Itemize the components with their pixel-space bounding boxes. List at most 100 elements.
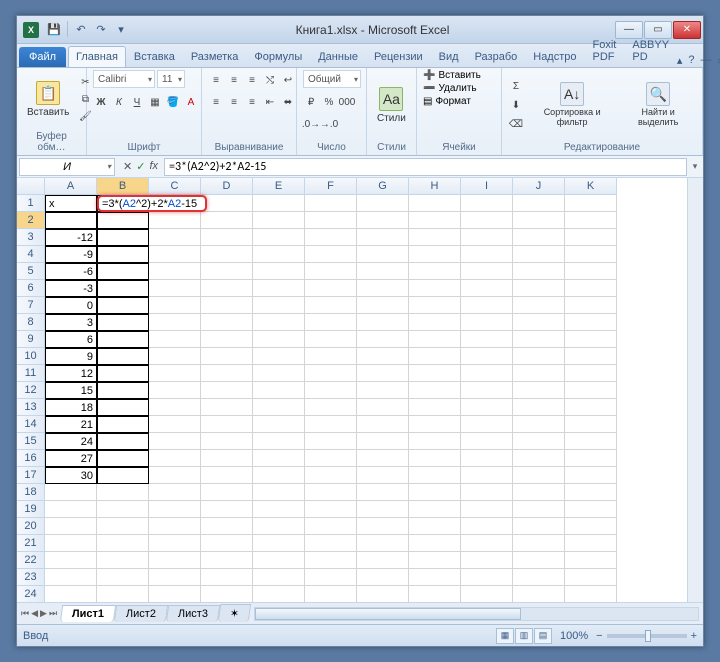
cell-I7[interactable] (461, 297, 513, 314)
cell-A22[interactable] (45, 552, 97, 569)
cell-K5[interactable] (565, 263, 617, 280)
cell-J18[interactable] (513, 484, 565, 501)
cell-E1[interactable] (253, 195, 305, 212)
row-header-12[interactable]: 12 (17, 382, 45, 399)
clear-icon[interactable]: ⌫ (508, 116, 524, 132)
cell-H15[interactable] (409, 433, 461, 450)
cell-H6[interactable] (409, 280, 461, 297)
cell-B9[interactable] (97, 331, 149, 348)
cell-K11[interactable] (565, 365, 617, 382)
row-header-7[interactable]: 7 (17, 297, 45, 314)
tab-nav-prev-icon[interactable]: ◀ (31, 608, 38, 619)
font-name-combo[interactable]: Calibri (93, 70, 155, 88)
cell-G24[interactable] (357, 586, 409, 602)
cell-C3[interactable] (149, 229, 201, 246)
qat-undo[interactable]: ↶ (72, 21, 90, 39)
cell-K13[interactable] (565, 399, 617, 416)
cell-F20[interactable] (305, 518, 357, 535)
cell-K15[interactable] (565, 433, 617, 450)
fill-icon[interactable]: ⬇ (508, 97, 524, 113)
cell-A11[interactable]: 12 (45, 365, 97, 382)
cell-E2[interactable] (253, 212, 305, 229)
cell-F10[interactable] (305, 348, 357, 365)
cell-I4[interactable] (461, 246, 513, 263)
cell-I20[interactable] (461, 518, 513, 535)
cell-B14[interactable] (97, 416, 149, 433)
row-header-19[interactable]: 19 (17, 501, 45, 518)
cell-E23[interactable] (253, 569, 305, 586)
cell-A19[interactable] (45, 501, 97, 518)
cell-D9[interactable] (201, 331, 253, 348)
cell-K12[interactable] (565, 382, 617, 399)
tab-nav-last-icon[interactable]: ⏭ (49, 608, 57, 619)
cell-D3[interactable] (201, 229, 253, 246)
qat-redo[interactable]: ↷ (92, 21, 110, 39)
zoom-out-button[interactable]: − (596, 630, 602, 642)
cell-A6[interactable]: -3 (45, 280, 97, 297)
row-header-22[interactable]: 22 (17, 552, 45, 569)
cell-A20[interactable] (45, 518, 97, 535)
cell-D2[interactable] (201, 212, 253, 229)
row-header-13[interactable]: 13 (17, 399, 45, 416)
cell-H5[interactable] (409, 263, 461, 280)
cell-G12[interactable] (357, 382, 409, 399)
cell-D13[interactable] (201, 399, 253, 416)
tab-data[interactable]: Данные (310, 46, 366, 67)
cell-C6[interactable] (149, 280, 201, 297)
cell-I16[interactable] (461, 450, 513, 467)
close-button[interactable]: ✕ (673, 21, 701, 39)
cell-A2[interactable] (45, 212, 97, 229)
cell-B22[interactable] (97, 552, 149, 569)
help-icon[interactable]: ? (688, 54, 694, 67)
cell-D18[interactable] (201, 484, 253, 501)
cell-G8[interactable] (357, 314, 409, 331)
cell-D6[interactable] (201, 280, 253, 297)
cell-F7[interactable] (305, 297, 357, 314)
doc-minimize-icon[interactable]: — (701, 54, 712, 67)
qat-dropdown[interactable]: ▾ (112, 21, 130, 39)
cell-H12[interactable] (409, 382, 461, 399)
cell-D20[interactable] (201, 518, 253, 535)
cell-J12[interactable] (513, 382, 565, 399)
cell-C23[interactable] (149, 569, 201, 586)
cell-D5[interactable] (201, 263, 253, 280)
sheet-tab-3[interactable]: Лист3 (166, 605, 220, 622)
cell-I2[interactable] (461, 212, 513, 229)
cell-G19[interactable] (357, 501, 409, 518)
align-left-icon[interactable]: ≡ (208, 94, 224, 110)
cell-E17[interactable] (253, 467, 305, 484)
cell-G15[interactable] (357, 433, 409, 450)
cell-B18[interactable] (97, 484, 149, 501)
cell-C2[interactable] (149, 212, 201, 229)
row-header-8[interactable]: 8 (17, 314, 45, 331)
cell-J6[interactable] (513, 280, 565, 297)
cell-A10[interactable]: 9 (45, 348, 97, 365)
cell-J13[interactable] (513, 399, 565, 416)
cell-H19[interactable] (409, 501, 461, 518)
tab-formulas[interactable]: Формулы (246, 46, 310, 67)
cell-K1[interactable] (565, 195, 617, 212)
cell-F19[interactable] (305, 501, 357, 518)
cell-D23[interactable] (201, 569, 253, 586)
cell-H3[interactable] (409, 229, 461, 246)
row-header-23[interactable]: 23 (17, 569, 45, 586)
cell-I9[interactable] (461, 331, 513, 348)
cell-K8[interactable] (565, 314, 617, 331)
cell-K3[interactable] (565, 229, 617, 246)
cell-E21[interactable] (253, 535, 305, 552)
cell-K20[interactable] (565, 518, 617, 535)
tab-home[interactable]: Главная (68, 46, 126, 67)
cell-I13[interactable] (461, 399, 513, 416)
cell-D16[interactable] (201, 450, 253, 467)
col-header-H[interactable]: H (409, 178, 461, 195)
underline-button[interactable]: Ч (129, 94, 145, 110)
cell-B21[interactable] (97, 535, 149, 552)
cell-D22[interactable] (201, 552, 253, 569)
cell-I6[interactable] (461, 280, 513, 297)
formula-enter-icon[interactable]: ✓ (136, 160, 145, 173)
cell-H23[interactable] (409, 569, 461, 586)
cell-C8[interactable] (149, 314, 201, 331)
styles-button[interactable]: Aa Стили (373, 85, 410, 126)
cells-format-button[interactable]: ▤Формат (423, 96, 471, 107)
cell-E11[interactable] (253, 365, 305, 382)
